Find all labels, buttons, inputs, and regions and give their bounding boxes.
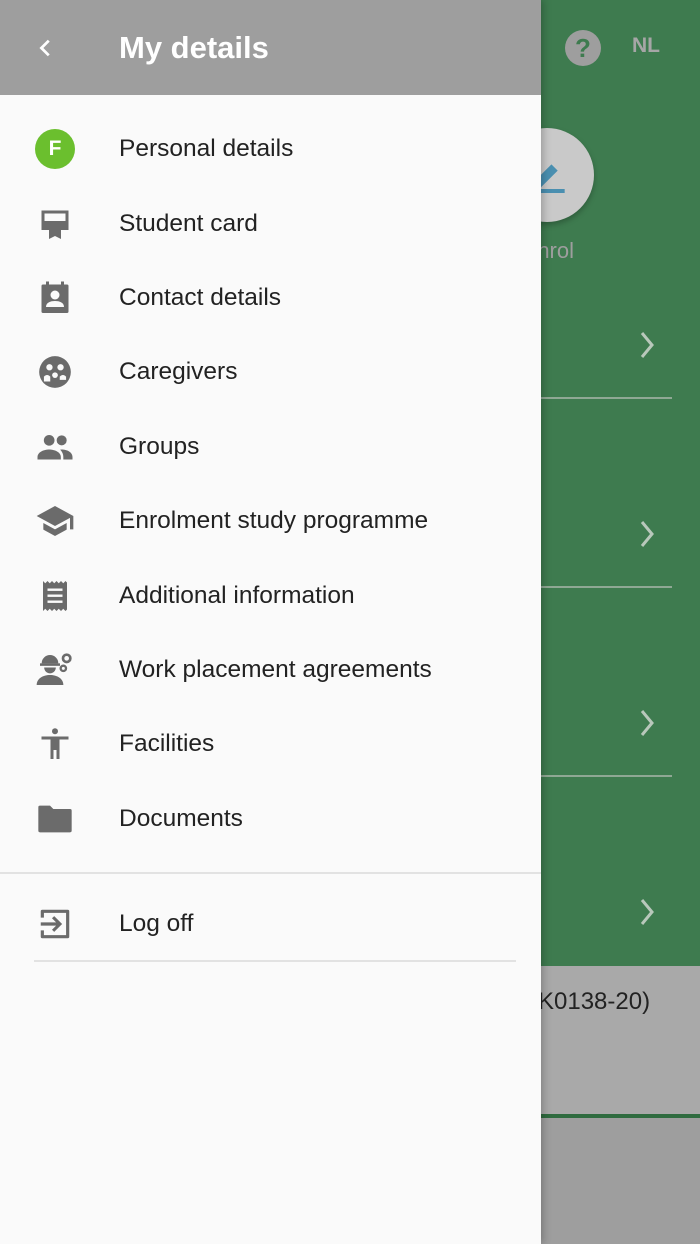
- drawer-header: My details: [0, 0, 541, 95]
- caregivers-icon: [34, 351, 76, 393]
- menu-item-caregivers[interactable]: Caregivers: [0, 335, 541, 409]
- graduation-cap-icon: [34, 500, 76, 542]
- card-icon: [34, 203, 76, 245]
- menu-item-documents[interactable]: Documents: [0, 782, 541, 856]
- accessibility-icon: [34, 723, 76, 765]
- menu-item-label: Documents: [119, 804, 243, 832]
- bottom-divider: [34, 960, 516, 962]
- menu-item-groups[interactable]: Groups: [0, 410, 541, 484]
- groups-icon: [34, 426, 76, 468]
- menu-item-enrolment-study-programme[interactable]: Enrolment study programme: [0, 484, 541, 558]
- menu-item-label: Caregivers: [119, 358, 238, 386]
- help-icon[interactable]: ?: [565, 30, 601, 66]
- avatar: F: [35, 129, 75, 170]
- receipt-icon: [34, 575, 76, 617]
- menu-item-student-card[interactable]: Student card: [0, 186, 541, 260]
- menu-item-additional-information[interactable]: Additional information: [0, 558, 541, 632]
- menu-item-contact-details[interactable]: Contact details: [0, 261, 541, 335]
- drawer-menu: F Personal details Student card Contact …: [0, 112, 541, 856]
- background-card-text: K0138-20): [538, 988, 651, 1015]
- logoff-label: Log off: [119, 910, 194, 937]
- menu-item-label: Contact details: [119, 283, 282, 311]
- drawer-title: My details: [119, 30, 269, 65]
- menu-item-label: Enrolment study programme: [119, 507, 429, 535]
- menu-item-personal-details[interactable]: F Personal details: [0, 112, 541, 186]
- navigation-drawer: My details F Personal details Student ca…: [0, 0, 541, 1244]
- contact-icon: [34, 277, 76, 319]
- avatar-icon: F: [34, 128, 76, 170]
- language-toggle[interactable]: NL: [632, 34, 660, 58]
- worker-icon: [34, 649, 76, 691]
- chevron-left-icon: [39, 39, 50, 57]
- menu-item-label: Additional information: [119, 581, 355, 609]
- logoff-button[interactable]: Log off: [0, 887, 541, 961]
- menu-item-label: Facilities: [119, 730, 215, 758]
- menu-item-work-placement-agreements[interactable]: Work placement agreements: [0, 633, 541, 707]
- menu-item-label: Student card: [119, 209, 258, 237]
- menu-item-facilities[interactable]: Facilities: [0, 707, 541, 781]
- menu-item-label: Groups: [119, 432, 200, 460]
- back-button[interactable]: [22, 24, 70, 72]
- logout-icon: [34, 903, 76, 945]
- menu-item-label: Work placement agreements: [119, 655, 432, 683]
- folder-icon: [34, 798, 76, 840]
- menu-divider: [0, 872, 541, 874]
- menu-item-label: Personal details: [119, 135, 294, 163]
